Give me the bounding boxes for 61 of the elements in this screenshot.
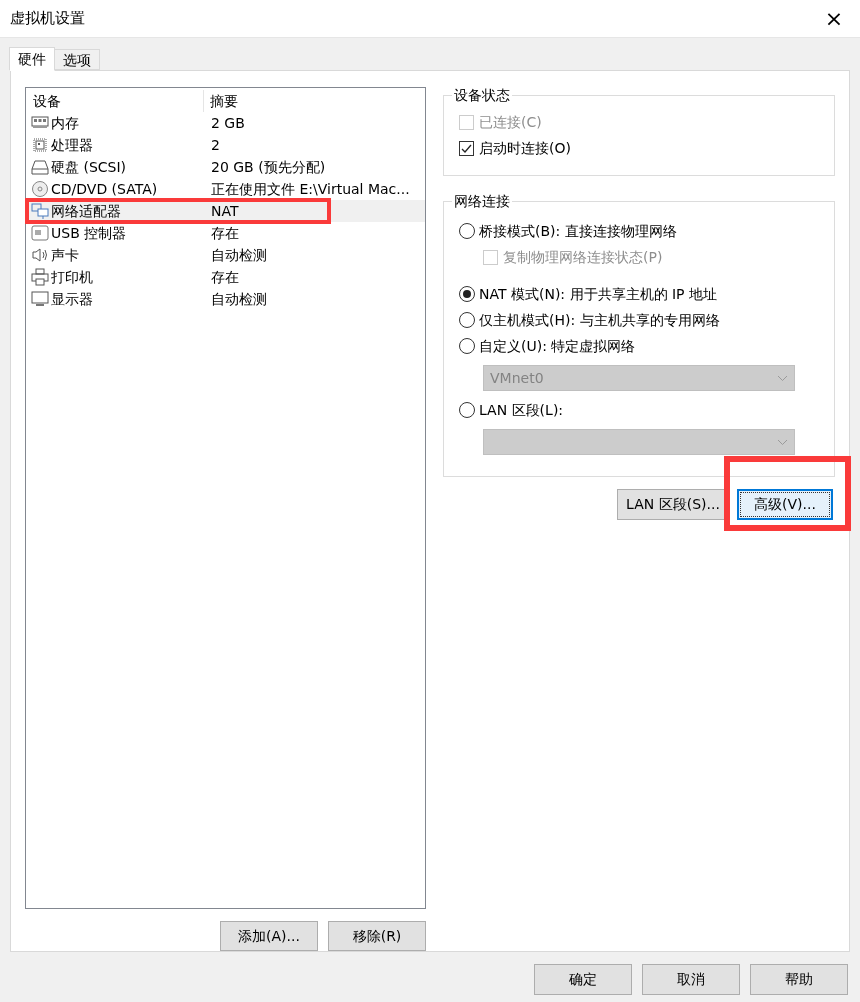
radio-button[interactable] bbox=[459, 338, 475, 354]
device-list[interactable]: 设备 摘要 内存 2 GB 处理器 2 硬盘 (SCSI) 20 GB (预先分配) CD/DVD (SATA) 正在使用文件 E:\Virtual Mac... 网络适配器 NAT USB 控制器 存在 声卡 自动检测 打印机 存在 显示器 自动检测 bbox=[25, 87, 426, 909]
chevron-down-icon bbox=[777, 374, 788, 382]
column-header[interactable]: 摘要 bbox=[204, 90, 425, 112]
close-button[interactable]: × bbox=[822, 6, 846, 31]
device-row[interactable]: 处理器 2 bbox=[26, 134, 425, 156]
checkbox-label[interactable]: 启动时连接(O) bbox=[479, 137, 571, 159]
device-name: 网络适配器 bbox=[51, 201, 121, 221]
dialog-button[interactable]: 取消 bbox=[642, 964, 740, 995]
dialog-button[interactable]: 移除(R) bbox=[328, 921, 426, 951]
device-name: 内存 bbox=[51, 113, 79, 133]
device-summary: 存在 bbox=[210, 223, 239, 243]
device-row[interactable]: 声卡 自动检测 bbox=[26, 244, 425, 266]
device-name: 显示器 bbox=[51, 289, 93, 309]
disc-icon bbox=[31, 180, 49, 198]
column-header[interactable]: 设备 bbox=[26, 90, 204, 112]
monitor-icon bbox=[31, 290, 49, 308]
device-row[interactable]: 硬盘 (SCSI) 20 GB (预先分配) bbox=[26, 156, 425, 178]
printer-icon bbox=[31, 268, 49, 286]
device-row[interactable]: 内存 2 GB bbox=[26, 112, 425, 134]
device-name: 硬盘 (SCSI) bbox=[51, 157, 127, 177]
device-summary: 存在 bbox=[210, 267, 239, 287]
device-row[interactable]: USB 控制器 存在 bbox=[26, 222, 425, 244]
radio-label[interactable]: 仅主机模式(H): 与主机共享的专用网络 bbox=[479, 309, 720, 331]
tab[interactable]: 硬件 bbox=[9, 47, 55, 71]
device-row[interactable]: CD/DVD (SATA) 正在使用文件 E:\Virtual Mac... bbox=[26, 178, 425, 200]
device-summary: 2 bbox=[210, 135, 220, 155]
radio-label[interactable]: LAN 区段(L): bbox=[479, 399, 564, 421]
dialog-button[interactable]: 高级(V)... bbox=[737, 489, 833, 520]
radio-label[interactable]: 自定义(U): 特定虚拟网络 bbox=[479, 335, 636, 357]
device-name: CD/DVD (SATA) bbox=[51, 179, 158, 199]
dialog-button[interactable]: 帮助 bbox=[750, 964, 848, 995]
device-summary: 自动检测 bbox=[210, 245, 267, 265]
device-name: 声卡 bbox=[51, 245, 79, 265]
device-summary: 2 GB bbox=[210, 113, 245, 133]
network-adapter-icon bbox=[31, 202, 49, 220]
device-summary: 正在使用文件 E:\Virtual Mac... bbox=[210, 179, 410, 199]
device-name: 处理器 bbox=[51, 135, 93, 155]
radio-button[interactable] bbox=[459, 402, 475, 418]
device-name: 打印机 bbox=[51, 267, 93, 287]
window-title: 虚拟机设置 bbox=[10, 8, 85, 30]
device-summary: 自动检测 bbox=[210, 289, 267, 309]
radio-button[interactable] bbox=[459, 223, 475, 239]
processor-icon bbox=[31, 136, 49, 154]
radio-button[interactable] bbox=[459, 286, 475, 302]
device-summary: NAT bbox=[210, 201, 239, 221]
device-summary: 20 GB (预先分配) bbox=[210, 157, 326, 177]
radio-button[interactable] bbox=[459, 312, 475, 328]
chevron-down-icon bbox=[777, 438, 788, 446]
tab[interactable]: 选项 bbox=[55, 49, 100, 70]
dropdown-value: VMnet0 bbox=[490, 368, 544, 388]
radio-label[interactable]: 桥接模式(B): 直接连接物理网络 bbox=[479, 220, 677, 242]
device-name: USB 控制器 bbox=[51, 223, 127, 243]
dialog-button[interactable]: 确定 bbox=[534, 964, 632, 995]
radio-label[interactable]: NAT 模式(N): 用于共享主机的 IP 地址 bbox=[479, 283, 717, 305]
dialog-button[interactable]: 添加(A)... bbox=[220, 921, 318, 951]
usb-controller-icon bbox=[31, 224, 49, 242]
device-row[interactable]: 打印机 存在 bbox=[26, 266, 425, 288]
device-row[interactable]: 显示器 自动检测 bbox=[26, 288, 425, 310]
speaker-icon bbox=[31, 246, 49, 264]
checkbox[interactable] bbox=[459, 140, 474, 156]
